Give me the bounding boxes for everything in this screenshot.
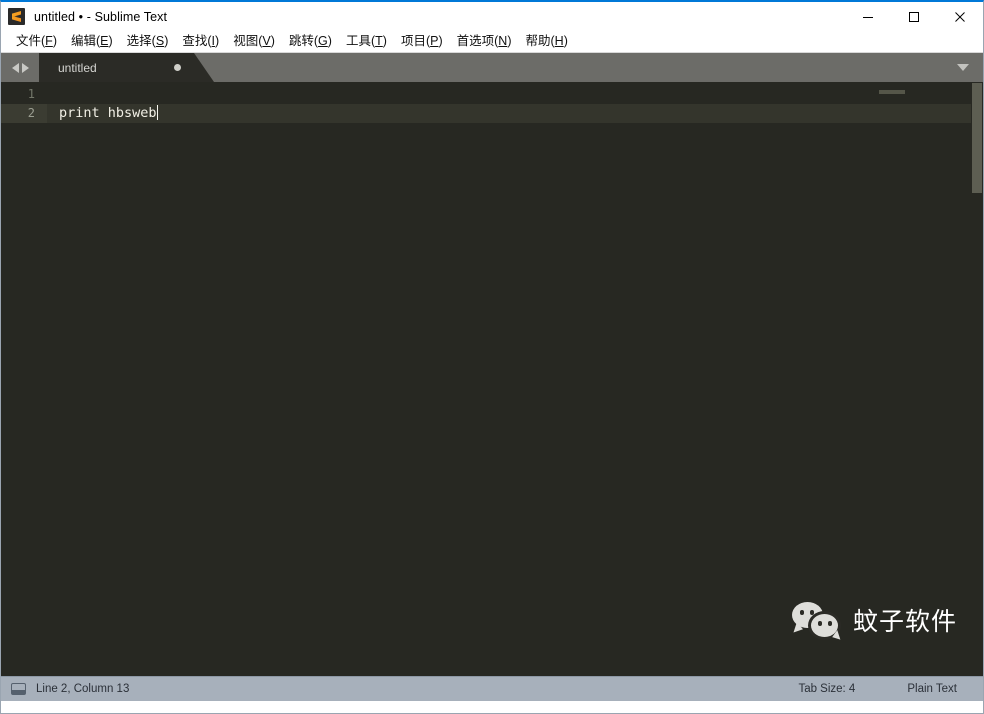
menu-item-file-accel: F xyxy=(45,34,53,48)
status-bar: Line 2, Column 13 Tab Size: 4 Plain Text xyxy=(1,676,983,701)
window-title: untitled • - Sublime Text xyxy=(34,9,168,24)
menu-item-help[interactable]: 帮助(H) xyxy=(519,31,575,52)
menu-item-help-accel: H xyxy=(554,34,564,48)
menu-item-selection-tail: ) xyxy=(164,34,169,48)
tab-label: untitled xyxy=(58,60,97,75)
cursor-position-status: Line 2, Column 13 xyxy=(36,683,130,695)
menu-item-goto-tail: ) xyxy=(327,34,332,48)
window-controls xyxy=(845,2,983,31)
menu-item-view-text: 视图( xyxy=(233,34,263,48)
menu-item-tools-tail: ) xyxy=(382,34,387,48)
menu-item-selection-text: 选择( xyxy=(126,34,156,48)
code-line-1[interactable] xyxy=(47,85,983,104)
menu-item-find[interactable]: 查找(I) xyxy=(175,31,226,52)
menu-item-goto[interactable]: 跳转(G) xyxy=(282,31,339,52)
menu-item-goto-accel: G xyxy=(318,34,328,48)
code-line-2[interactable]: print hbsweb xyxy=(47,104,983,123)
menu-item-project[interactable]: 项目(P) xyxy=(394,31,450,52)
menu-item-edit-text: 编辑( xyxy=(70,34,101,48)
minimap-line-2 xyxy=(879,90,905,94)
tab-dirty-indicator-icon[interactable] xyxy=(174,64,181,71)
line-number-1: 1 xyxy=(27,87,35,101)
menu-item-file[interactable]: 文件(F) xyxy=(9,31,64,52)
menu-item-preferences-accel: N xyxy=(498,34,508,48)
line-number-2: 2 xyxy=(1,104,47,123)
tab-list-menu-button[interactable] xyxy=(951,53,975,82)
menu-item-view-accel: V xyxy=(262,34,271,48)
close-icon xyxy=(955,11,965,22)
minimize-icon xyxy=(863,16,873,18)
title-bar: untitled • - Sublime Text xyxy=(1,2,983,31)
menu-item-edit[interactable]: 编辑(E) xyxy=(64,31,120,52)
menu-item-tools-accel: T xyxy=(375,34,383,48)
tab-bar: untitled xyxy=(1,53,983,82)
menu-item-goto-text: 跳转( xyxy=(288,34,319,48)
menu-item-project-text: 项目( xyxy=(400,34,431,48)
tab-navigation xyxy=(1,53,39,82)
editor-area[interactable]: 1 2 print hbsweb 蚊子软件 xyxy=(1,82,983,676)
status-bar-right: Tab Size: 4 Plain Text xyxy=(772,677,983,701)
tab-untitled[interactable]: untitled xyxy=(39,53,214,82)
menu-item-help-text: 帮助( xyxy=(525,34,555,48)
menu-item-preferences-text: 首选项( xyxy=(456,34,499,48)
menu-item-file-text: 文件( xyxy=(16,34,46,48)
menu-item-edit-tail: ) xyxy=(108,34,113,48)
minimap[interactable] xyxy=(869,82,971,676)
menu-item-help-tail: ) xyxy=(563,34,568,48)
menu-item-edit-accel: E xyxy=(100,34,109,48)
menu-item-view-tail: ) xyxy=(270,34,275,48)
menu-item-view[interactable]: 视图(V) xyxy=(226,31,282,52)
text-cursor xyxy=(156,105,158,120)
console-icon[interactable] xyxy=(11,683,26,695)
arrow-left-icon[interactable] xyxy=(11,62,19,73)
menu-item-find-tail: ) xyxy=(215,34,220,48)
menu-item-find-text: 查找( xyxy=(182,34,212,48)
line-number-gutter: 1 2 xyxy=(1,82,47,676)
arrow-right-icon[interactable] xyxy=(21,62,29,73)
menu-item-preferences-tail: ) xyxy=(507,34,512,48)
menu-item-file-tail: ) xyxy=(52,34,57,48)
code-content[interactable]: print hbsweb xyxy=(47,82,983,676)
status-bar-left: Line 2, Column 13 xyxy=(1,683,129,695)
menu-item-selection[interactable]: 选择(S) xyxy=(120,31,176,52)
menu-bar: 文件(F) 编辑(E) 选择(S) 查找(I) 视图(V) 跳转(G) 工具(T… xyxy=(1,31,983,53)
menu-item-selection-accel: S xyxy=(155,34,165,48)
sublime-text-window: untitled • - Sublime Text 文件(F) 编辑(E) 选择… xyxy=(0,0,984,714)
chevron-down-icon xyxy=(957,64,969,71)
code-line-2-text: print hbsweb xyxy=(59,105,157,121)
tab-size-status[interactable]: Tab Size: 4 xyxy=(772,683,881,695)
vertical-scrollbar-thumb[interactable] xyxy=(972,83,982,193)
maximize-icon xyxy=(909,11,919,22)
close-button[interactable] xyxy=(937,2,983,31)
menu-item-project-tail: ) xyxy=(438,34,443,48)
maximize-button[interactable] xyxy=(891,2,937,31)
menu-item-preferences[interactable]: 首选项(N) xyxy=(450,31,519,52)
minimize-button[interactable] xyxy=(845,2,891,31)
vertical-scrollbar[interactable] xyxy=(971,82,983,676)
syntax-status[interactable]: Plain Text xyxy=(881,683,983,695)
menu-item-tools[interactable]: 工具(T) xyxy=(339,31,394,52)
sublime-text-icon xyxy=(8,8,25,25)
menu-item-tools-text: 工具( xyxy=(345,34,376,48)
